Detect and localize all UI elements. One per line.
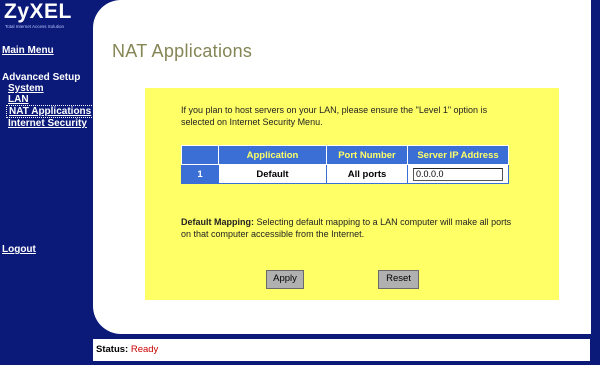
apply-button[interactable]: Apply (266, 270, 304, 289)
sidebar-item-system[interactable]: System (8, 83, 44, 94)
nat-settings-box: If you plan to host servers on your LAN,… (145, 88, 559, 300)
content-panel: NAT Applications If you plan to host ser… (93, 0, 600, 334)
status-value: Ready (130, 344, 159, 355)
header-index (181, 145, 219, 165)
window-scrollbar[interactable] (591, 0, 600, 365)
advanced-setup-heading: Advanced Setup (2, 72, 81, 83)
logout-link[interactable]: Logout (2, 244, 36, 255)
app-window: ZyXEL Total Internet Access Solution Mai… (0, 0, 600, 365)
status-label: Status: (96, 344, 129, 355)
header-application: Application (218, 145, 327, 165)
row-port-number: All ports (326, 164, 408, 184)
page-title: NAT Applications (112, 41, 253, 61)
server-ip-input[interactable] (413, 167, 503, 181)
default-mapping-label: Default Mapping: (181, 217, 254, 227)
sidebar: ZyXEL Total Internet Access Solution Mai… (0, 0, 95, 365)
default-mapping-note: Default Mapping: Selecting default mappi… (181, 216, 521, 240)
row-server-ip-cell (407, 164, 509, 184)
zyxel-logo: ZyXEL (4, 0, 72, 23)
sidebar-item-internet-security[interactable]: Internet Security (8, 118, 87, 129)
sidebar-item-lan[interactable]: LAN (8, 94, 29, 105)
status-bar: Status: Ready (93, 339, 590, 361)
logo-tagline: Total Internet Access Solution (5, 24, 65, 29)
header-server-ip: Server IP Address (407, 145, 509, 165)
row-application: Default (218, 164, 327, 184)
nat-table: Application Port Number Server IP Addres… (181, 145, 509, 184)
row-index: 1 (181, 164, 219, 184)
intro-text: If you plan to host servers on your LAN,… (181, 105, 488, 127)
table-header-row: Application Port Number Server IP Addres… (181, 145, 509, 165)
reset-button[interactable]: Reset (378, 270, 419, 289)
sidebar-item-nat-applications[interactable]: NAT Applications (6, 105, 95, 118)
main-menu-link[interactable]: Main Menu (2, 45, 54, 56)
header-port-number: Port Number (326, 145, 408, 165)
table-row: 1 Default All ports (181, 164, 509, 184)
